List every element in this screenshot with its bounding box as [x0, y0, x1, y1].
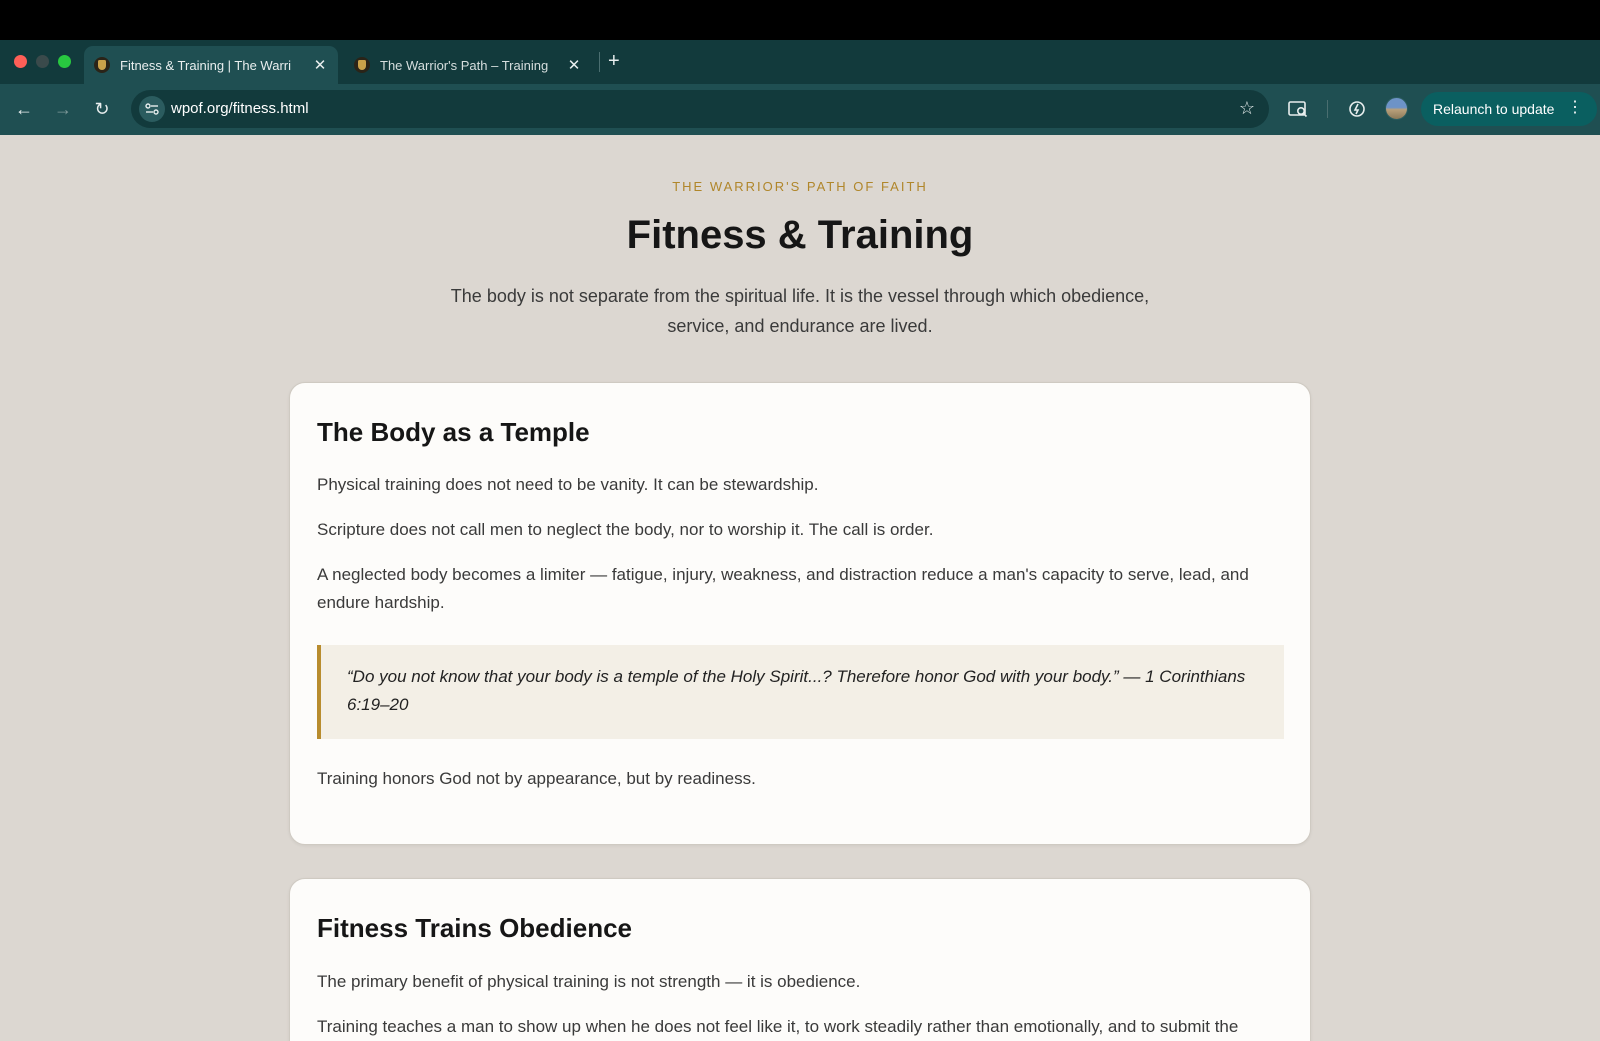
section-paragraph: Physical training does not need to be va…	[317, 475, 819, 494]
page-content: THE WARRIOR'S PATH OF FAITH Fitness & Tr…	[0, 135, 1600, 1041]
close-window-button[interactable]	[14, 55, 27, 68]
tab-separator	[599, 52, 600, 72]
forward-arrow-icon[interactable]: →	[52, 98, 74, 120]
section-heading: Fitness Trains Obedience	[317, 913, 632, 943]
section-body-as-temple: The Body as a Temple Physical training d…	[289, 382, 1311, 845]
section-paragraph: Training teaches a man to show up when h…	[317, 1017, 1239, 1036]
shield-favicon-icon	[354, 57, 370, 73]
tab-title: Fitness & Training | The Warri	[120, 57, 291, 73]
relaunch-label: Relaunch to update	[1433, 101, 1555, 117]
section-paragraph: The primary benefit of physical training…	[317, 972, 861, 991]
back-arrow-icon[interactable]: ←	[13, 98, 35, 120]
scripture-quote: “Do you not know that your body is a tem…	[317, 645, 1284, 739]
tab-strip: Fitness & Training | The Warri ✕ The War…	[0, 40, 1600, 84]
url-text[interactable]: wpof.org/fitness.html	[171, 100, 309, 117]
site-settings-icon[interactable]	[139, 96, 165, 122]
site-eyebrow: THE WARRIOR'S PATH OF FAITH	[672, 179, 928, 194]
shield-favicon-icon	[94, 57, 110, 73]
profile-avatar[interactable]	[1385, 97, 1408, 120]
tab-close-icon[interactable]: ✕	[566, 56, 582, 74]
section-paragraph: Scripture does not call men to neglect t…	[317, 520, 934, 539]
address-bar[interactable]: wpof.org/fitness.html ☆	[131, 90, 1269, 128]
extension-icon[interactable]	[1346, 98, 1368, 120]
toolbar-divider	[1327, 100, 1328, 118]
quote-text: “Do you not know that your body is a tem…	[347, 667, 1246, 714]
tab-title: The Warrior's Path – Training	[380, 57, 549, 73]
search-tab-icon[interactable]	[1287, 98, 1309, 120]
bookmark-star-icon[interactable]: ☆	[1239, 98, 1255, 119]
section-paragraph: A neglected body becomes a limiter — fat…	[317, 565, 1249, 612]
relaunch-to-update-button[interactable]: Relaunch to update ⋮	[1421, 92, 1597, 126]
tab-fitness-training[interactable]: Fitness & Training | The Warri ✕	[84, 46, 338, 84]
page-title: Fitness & Training	[626, 213, 974, 257]
minimize-window-button[interactable]	[36, 55, 49, 68]
browser-menu-icon[interactable]: ⋮	[1567, 99, 1583, 117]
maximize-window-button[interactable]	[58, 55, 71, 68]
tab-warriors-path-training[interactable]: The Warrior's Path – Training ✕	[344, 46, 592, 84]
browser-toolbar: ← → ↻ wpof.org/fitness.html ☆	[0, 84, 1600, 135]
reload-icon[interactable]: ↻	[91, 98, 113, 120]
new-tab-button[interactable]: +	[608, 50, 620, 72]
section-closing: Training honors God not by appearance, b…	[317, 769, 756, 788]
system-top-bar	[0, 0, 1600, 40]
section-fitness-trains-obedience: Fitness Trains Obedience The primary ben…	[289, 878, 1311, 1041]
section-heading: The Body as a Temple	[317, 417, 590, 447]
tab-close-icon[interactable]: ✕	[312, 56, 328, 74]
page-intro: The body is not separate from the spirit…	[450, 286, 1150, 336]
